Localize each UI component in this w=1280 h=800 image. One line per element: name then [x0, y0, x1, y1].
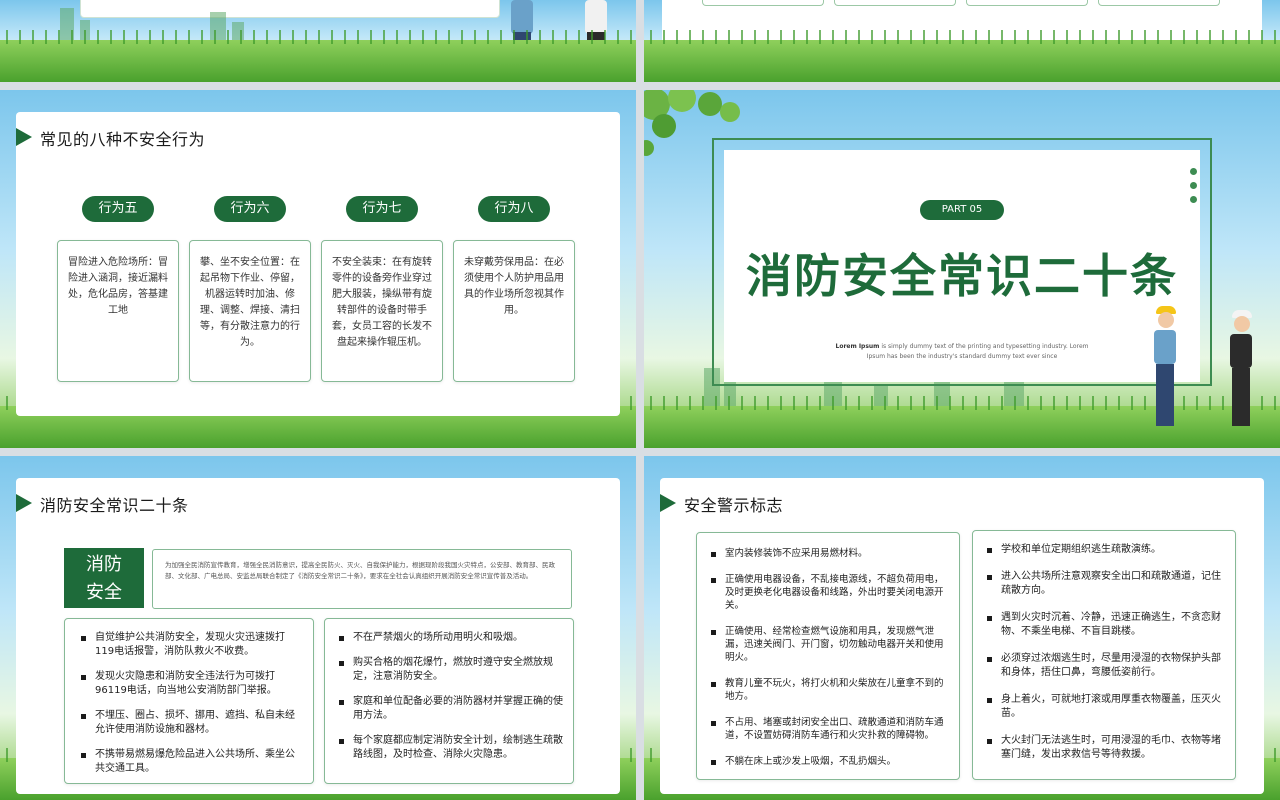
- slide-title: 常见的八种不安全行为: [40, 130, 206, 149]
- tips-box-right: 不在严禁烟火的场所动用明火和吸烟。 购买合格的烟花爆竹，燃放时遵守安全燃放规定，…: [324, 618, 574, 784]
- list-item: 不在严禁烟火的场所动用明火和吸烟。: [337, 631, 563, 645]
- lorem-caption: Lorem Ipsum is simply dummy text of the …: [834, 342, 1090, 362]
- list-item: 室内装修装饰不应采用易燃材料。: [709, 547, 949, 560]
- behavior-card: 不安全装束：在有旋转零件的设备旁作业穿过肥大服装，操纵带有旋转部件的设备时带手套…: [321, 240, 443, 382]
- grass-ground: [0, 30, 636, 82]
- list-item: 正确使用电器设备，不乱接电源线，不超负荷用电，及时更换老化电器设备和线路，外出时…: [709, 573, 949, 612]
- title-triangle-icon: [16, 494, 32, 512]
- slide-thumbnail-5[interactable]: 消防安全常识二十条 消防 安全 为加强全民消防宣传教育，增强全民消防意识，提高全…: [0, 456, 636, 800]
- list-item: 购买合格的烟花爆竹，燃放时遵守安全燃放规定，注意消防安全。: [337, 656, 563, 684]
- slide-thumbnail-3[interactable]: 常见的八种不安全行为 行为五 行为六 行为七 行为八 冒险进入危险场所：冒险进入…: [0, 90, 636, 448]
- list-item: 必须穿过浓烟逃生时，尽量用浸湿的衣物保护头部和身体，捂住口鼻，弯腰低姿前行。: [985, 652, 1225, 680]
- list-item: 自觉维护公共消防安全，发现火灾迅速拨打119电话报警，消防队救火不收费。: [79, 631, 303, 659]
- section-title: 消防安全常识二十条: [746, 249, 1178, 303]
- engineer-illustration: [1222, 310, 1262, 440]
- behavior-card: 冒险进入危险场所：冒险进入涵洞，接近漏料处，危化品房，答基建工地: [57, 240, 179, 382]
- tag-line: 消防: [86, 554, 122, 575]
- warning-box-left: 室内装修装饰不应采用易燃材料。 正确使用电器设备，不乱接电源线，不超负荷用电，及…: [696, 532, 960, 780]
- card-stub: [1098, 0, 1220, 6]
- list-item: 不携带易燃易爆危险品进入公共场所、乘坐公共交通工具。: [79, 748, 303, 776]
- warning-box-right: 学校和单位定期组织逃生疏散演练。 进入公共场所注意观察安全出口和疏散通道，记住疏…: [972, 530, 1236, 780]
- fire-safety-tag: 消防 安全: [64, 548, 144, 608]
- list-item: 不埋压、圈占、损坏、挪用、遮挡、私自未经允许使用消防设施和器材。: [79, 709, 303, 737]
- tag-line: 安全: [86, 582, 122, 603]
- title-triangle-icon: [16, 128, 32, 146]
- part-badge: PART 05: [920, 200, 1004, 220]
- list-item: 学校和单位定期组织逃生疏散演练。: [985, 543, 1225, 557]
- slide-title: 消防安全常识二十条: [40, 496, 189, 515]
- list-item: 大火封门无法逃生时，可用浸湿的毛巾、衣物等堵塞门缝，发出求救信号等待救援。: [985, 734, 1225, 762]
- list-item: 遇到火灾时沉着、冷静，迅速正确逃生，不贪恋财物、不乘坐电梯、不盲目跳楼。: [985, 611, 1225, 639]
- intro-paragraph: 为加强全民消防宣传教育，增强全民消防意识，提高全民防火、灭火、自我保护能力，根据…: [152, 549, 572, 609]
- list-item: 进入公共场所注意观察安全出口和疏散通道，记住疏散方向。: [985, 570, 1225, 598]
- list-item: 教育儿童不玩火，将打火机和火柴放在儿童拿不到的地方。: [709, 677, 949, 703]
- behavior-pill: 行为八: [478, 196, 550, 222]
- title-triangle-icon: [660, 494, 676, 512]
- lorem-bold: Lorem Ipsum: [835, 343, 880, 350]
- worker-illustration: [1144, 306, 1184, 436]
- slide-sorter-grid: 常见的八种不安全行为 行为五 行为六 行为七 行为八 冒险进入危险场所：冒险进入…: [0, 0, 1280, 800]
- slide-thumbnail-2[interactable]: [644, 0, 1280, 82]
- list-item: 家庭和单位配备必要的消防器材并掌握正确的使用方法。: [337, 695, 563, 723]
- list-item: 不占用、堵塞或封闭安全出口、疏散通道和消防车通道，不设置妨碍消防车通行和火灾扑救…: [709, 716, 949, 742]
- behavior-pill: 行为七: [346, 196, 418, 222]
- behavior-pill: 行为六: [214, 196, 286, 222]
- grass-ground: [644, 396, 1280, 448]
- list-item: 正确使用、经常检查燃气设施和用具，发现燃气泄漏，迅速关阀门、开门窗，切勿触动电器…: [709, 625, 949, 664]
- grass-ground: [644, 30, 1280, 82]
- behavior-card: 未穿戴劳保用品：在必须使用个人防护用品用具的作业场所忽视其作用。: [453, 240, 575, 382]
- behavior-pill: 行为五: [82, 196, 154, 222]
- behavior-card: 攀、坐不安全位置：在起吊物下作业、停留，机器运转时加油、修理、调整、焊接、清扫等…: [189, 240, 311, 382]
- card-stub: [834, 0, 956, 6]
- lorem-text: is simply dummy text of the printing and…: [866, 343, 1089, 360]
- slide-thumbnail-4[interactable]: PART 05 消防安全常识二十条 Lorem Ipsum is simply …: [644, 90, 1280, 448]
- list-item: 不躺在床上或沙发上吸烟，不乱扔烟头。: [709, 755, 949, 768]
- card-stub: [966, 0, 1088, 6]
- slide-title: 安全警示标志: [684, 496, 784, 515]
- list-item: 每个家庭都应制定消防安全计划，绘制逃生疏散路线图，及时检查、消除火灾隐患。: [337, 734, 563, 762]
- slide-thumbnail-1[interactable]: [0, 0, 636, 82]
- slide-thumbnail-6[interactable]: 安全警示标志 室内装修装饰不应采用易燃材料。 正确使用电器设备，不乱接电源线，不…: [644, 456, 1280, 800]
- tips-box-left: 自觉维护公共消防安全，发现火灾迅速拨打119电话报警，消防队救火不收费。 发现火…: [64, 618, 314, 784]
- list-item: 身上着火，可就地打滚或用厚重衣物覆盖，压灭火苗。: [985, 693, 1225, 721]
- card-stub: [702, 0, 824, 6]
- list-item: 发现火灾隐患和消防安全违法行为可拨打96119电话，向当地公安消防部门举报。: [79, 670, 303, 698]
